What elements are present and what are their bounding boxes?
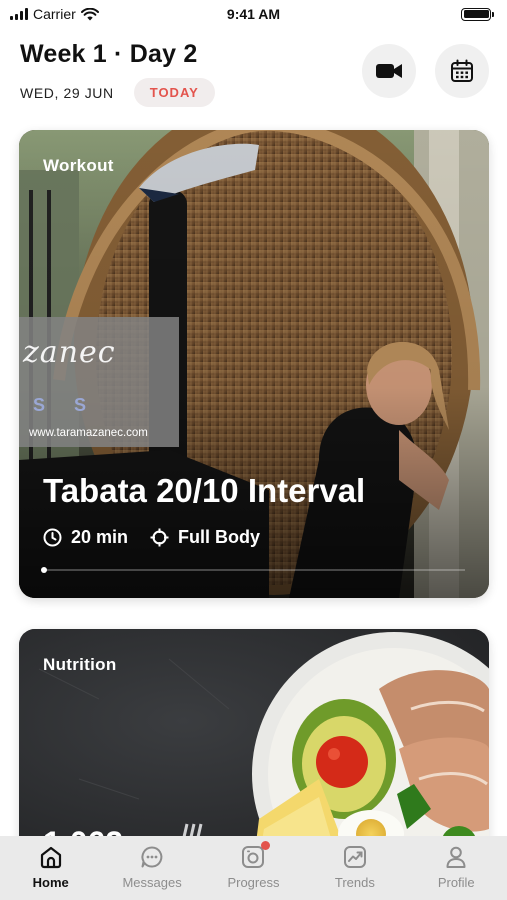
watermark-url: www.taramazanec.com xyxy=(29,427,148,439)
duration-text: 20 min xyxy=(71,527,129,547)
battery-icon xyxy=(461,7,494,21)
chat-icon xyxy=(141,846,163,868)
nutrition-card[interactable]: Nutrition 1,062 xyxy=(19,629,489,859)
tab-home[interactable]: Home xyxy=(6,844,96,900)
tab-progress-label: Progress xyxy=(227,875,280,890)
tab-trends-label: Trends xyxy=(334,875,375,890)
tab-profile-label: Profile xyxy=(437,875,475,890)
wifi-icon xyxy=(80,7,99,20)
video-button[interactable] xyxy=(362,44,416,98)
workout-label: Workout xyxy=(43,156,114,175)
tab-messages[interactable]: Messages xyxy=(107,844,197,900)
video-camera-icon xyxy=(376,64,402,78)
progress-icon-wrap xyxy=(240,841,271,870)
watermark: zanec S S www.taramazanec.com xyxy=(19,317,179,447)
workout-title: Tabata 20/10 Interval xyxy=(43,472,366,509)
workout-progress-dot xyxy=(41,567,47,573)
target-icon xyxy=(150,528,169,547)
duration-item: 20 min xyxy=(43,527,128,548)
page-header: Week 1 · Day 2 WED, 29 JUN TODAY xyxy=(20,40,489,110)
date-label: WED, 29 JUN xyxy=(20,84,114,101)
watermark-letters: S S xyxy=(33,395,99,415)
tab-progress[interactable]: Progress xyxy=(208,841,298,900)
workout-card[interactable]: zanec S S www.taramazanec.com Workout Ta… xyxy=(19,130,489,598)
trend-chart-icon xyxy=(343,846,366,868)
workout-progress xyxy=(41,567,465,573)
watermark-script: zanec xyxy=(23,335,116,370)
tab-profile[interactable]: Profile xyxy=(411,844,501,900)
tab-trends[interactable]: Trends xyxy=(310,844,400,900)
tab-home-label: Home xyxy=(32,875,69,890)
signal-icon xyxy=(10,8,28,20)
nutrition-label: Nutrition xyxy=(43,655,117,674)
carrier-label: Carrier xyxy=(33,6,76,22)
status-bar: Carrier 9:41 AM xyxy=(0,0,507,28)
header-actions xyxy=(362,44,489,98)
today-badge[interactable]: TODAY xyxy=(133,78,215,107)
profile-icon xyxy=(446,846,466,868)
notification-badge xyxy=(261,841,271,850)
calendar-button[interactable] xyxy=(435,44,489,98)
calendar-icon xyxy=(451,59,473,82)
tab-bar: Home Messages Progress Trends Profile xyxy=(0,836,507,900)
status-left: Carrier xyxy=(10,6,99,22)
focus-text: Full Body xyxy=(178,527,261,547)
focus-item: Full Body xyxy=(150,527,260,548)
workout-meta: 20 min Full Body xyxy=(43,527,260,548)
clock-icon xyxy=(43,528,62,547)
home-icon xyxy=(40,846,61,869)
tab-messages-label: Messages xyxy=(122,875,182,890)
